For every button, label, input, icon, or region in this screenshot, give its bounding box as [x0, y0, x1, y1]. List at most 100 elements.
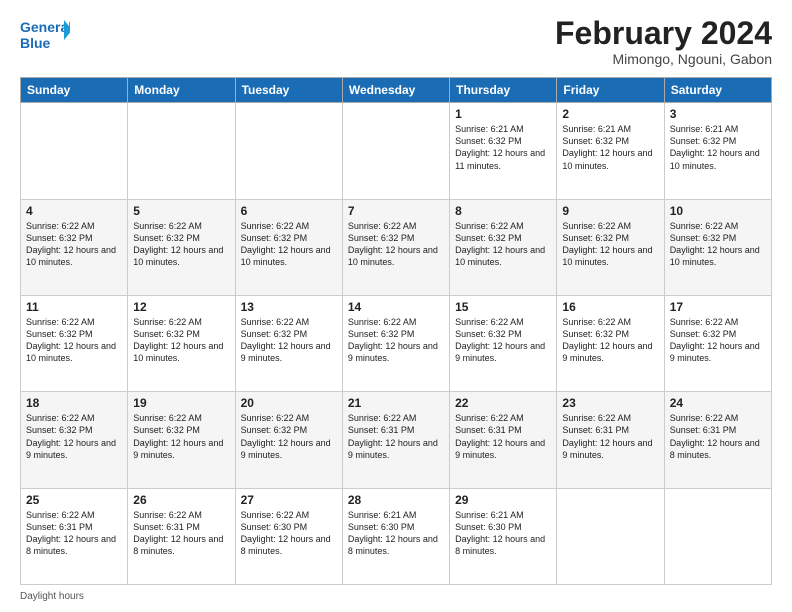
- day-number: 17: [670, 300, 766, 314]
- day-number: 12: [133, 300, 229, 314]
- day-cell: 9 Sunrise: 6:22 AM Sunset: 6:32 PM Daylig…: [557, 199, 664, 295]
- day-cell: 21Sunrise: 6:22 AM Sunset: 6:31 PM Dayli…: [342, 392, 449, 488]
- svg-text:General: General: [20, 19, 70, 35]
- day-header-wednesday: Wednesday: [342, 78, 449, 103]
- day-cell: 22 Sunrise: 6:22 AM Sunset: 6:31 PM Dayli…: [450, 392, 557, 488]
- day-number: 22: [455, 396, 551, 410]
- day-cell: 10 Sunrise: 6:22 AM Sunset: 6:32 PM Dayli…: [664, 199, 771, 295]
- day-info: Sunrise: 6:21 AM Sunset: 6:32 PM Dayligh…: [670, 124, 760, 170]
- day-info: Sunrise: 6:22 AM Sunset: 6:32 PM Dayligh…: [26, 221, 116, 267]
- day-number: 5: [133, 204, 229, 218]
- day-cell: 6 Sunrise: 6:22 AM Sunset: 6:32 PM Daylig…: [235, 199, 342, 295]
- day-cell: 28 Sunrise: 6:21 AM Sunset: 6:30 PM Dayli…: [342, 488, 449, 584]
- day-number: 13: [241, 300, 337, 314]
- day-cell: 17Sunrise: 6:22 AM Sunset: 6:32 PM Dayli…: [664, 295, 771, 391]
- day-number: 7: [348, 204, 444, 218]
- day-number: 28: [348, 493, 444, 507]
- day-info: Sunrise: 6:22 AM Sunset: 6:31 PM Dayligh…: [455, 413, 545, 459]
- main-title: February 2024: [555, 16, 772, 51]
- day-number: 16: [562, 300, 658, 314]
- day-header-thursday: Thursday: [450, 78, 557, 103]
- day-number: 23: [562, 396, 658, 410]
- svg-text:Blue: Blue: [20, 35, 51, 51]
- day-cell: 1Sunrise: 6:21 AM Sunset: 6:32 PM Daylig…: [450, 103, 557, 199]
- day-info: Sunrise: 6:21 AM Sunset: 6:30 PM Dayligh…: [455, 510, 545, 556]
- day-number: 20: [241, 396, 337, 410]
- day-cell: 19 Sunrise: 6:22 AM Sunset: 6:32 PM Dayli…: [128, 392, 235, 488]
- day-number: 8: [455, 204, 551, 218]
- day-cell: 14 Sunrise: 6:22 AM Sunset: 6:32 PM Dayli…: [342, 295, 449, 391]
- day-info: Sunrise: 6:22 AM Sunset: 6:30 PM Dayligh…: [241, 510, 331, 556]
- day-info: Sunrise: 6:22 AM Sunset: 6:32 PM Dayligh…: [241, 413, 331, 459]
- day-cell: 3 Sunrise: 6:21 AM Sunset: 6:32 PM Daylig…: [664, 103, 771, 199]
- day-info: Sunrise: 6:22 AM Sunset: 6:32 PM Dayligh…: [26, 413, 116, 459]
- day-cell: 29 Sunrise: 6:21 AM Sunset: 6:30 PM Dayli…: [450, 488, 557, 584]
- day-number: 25: [26, 493, 122, 507]
- day-cell: 25 Sunrise: 6:22 AM Sunset: 6:31 PM Dayli…: [21, 488, 128, 584]
- week-row-3: 18Sunrise: 6:22 AM Sunset: 6:32 PM Dayli…: [21, 392, 772, 488]
- calendar-table: SundayMondayTuesdayWednesdayThursdayFrid…: [20, 77, 772, 585]
- calendar-body: 1 Sunrise: 6:21 AM Sunset: 6:32 PM Daylig…: [21, 103, 772, 585]
- day-info: Sunrise: 6:21 AM Sunset: 6:32 PM Dayligh…: [562, 124, 652, 170]
- day-header-monday: Monday: [128, 78, 235, 103]
- logo-svg: General Blue: [20, 16, 70, 54]
- day-number: 29: [455, 493, 551, 507]
- day-cell: [342, 103, 449, 199]
- day-header-sunday: Sunday: [21, 78, 128, 103]
- footer-text: Daylight hours: [20, 591, 84, 602]
- day-number: 3: [670, 107, 766, 121]
- week-row-1: 4 Sunrise: 6:22 AM Sunset: 6:32 PM Daylig…: [21, 199, 772, 295]
- day-number: 15: [455, 300, 551, 314]
- day-info: Sunrise: 6:22 AM Sunset: 6:32 PM Dayligh…: [348, 221, 438, 267]
- day-number: 26: [133, 493, 229, 507]
- day-info: Sunrise: 6:22 AM Sunset: 6:32 PM Dayligh…: [670, 221, 760, 267]
- day-cell: 11Sunrise: 6:22 AM Sunset: 6:32 PM Dayli…: [21, 295, 128, 391]
- day-number: 9: [562, 204, 658, 218]
- day-number: 2: [562, 107, 658, 121]
- day-number: 14: [348, 300, 444, 314]
- day-info: Sunrise: 6:22 AM Sunset: 6:31 PM Dayligh…: [133, 510, 223, 556]
- day-info: Sunrise: 6:21 AM Sunset: 6:30 PM Dayligh…: [348, 510, 438, 556]
- day-cell: 23 Sunrise: 6:22 AM Sunset: 6:31 PM Dayli…: [557, 392, 664, 488]
- footer: Daylight hours: [20, 591, 772, 602]
- week-row-4: 25 Sunrise: 6:22 AM Sunset: 6:31 PM Dayli…: [21, 488, 772, 584]
- day-info: Sunrise: 6:22 AM Sunset: 6:32 PM Dayligh…: [562, 221, 652, 267]
- day-info: Sunrise: 6:22 AM Sunset: 6:31 PM Dayligh…: [26, 510, 116, 556]
- day-info: Sunrise: 6:22 AM Sunset: 6:32 PM Dayligh…: [348, 317, 438, 363]
- day-number: 6: [241, 204, 337, 218]
- subtitle: Mimongo, Ngouni, Gabon: [555, 51, 772, 67]
- header-row: SundayMondayTuesdayWednesdayThursdayFrid…: [21, 78, 772, 103]
- day-number: 19: [133, 396, 229, 410]
- day-number: 10: [670, 204, 766, 218]
- day-cell: 2 Sunrise: 6:21 AM Sunset: 6:32 PM Daylig…: [557, 103, 664, 199]
- day-info: Sunrise: 6:22 AM Sunset: 6:31 PM Dayligh…: [670, 413, 760, 459]
- day-cell: [128, 103, 235, 199]
- day-info: Sunrise: 6:22 AM Sunset: 6:32 PM Dayligh…: [133, 221, 223, 267]
- day-cell: [21, 103, 128, 199]
- day-cell: 24 Sunrise: 6:22 AM Sunset: 6:31 PM Dayli…: [664, 392, 771, 488]
- logo: General Blue: [20, 16, 70, 54]
- day-cell: 27Sunrise: 6:22 AM Sunset: 6:30 PM Dayli…: [235, 488, 342, 584]
- day-info: Sunrise: 6:22 AM Sunset: 6:32 PM Dayligh…: [562, 317, 652, 363]
- day-info: Sunrise: 6:22 AM Sunset: 6:31 PM Dayligh…: [562, 413, 652, 459]
- page: General Blue February 2024 Mimongo, Ngou…: [0, 0, 792, 612]
- day-number: 1: [455, 107, 551, 121]
- day-info: Sunrise: 6:22 AM Sunset: 6:32 PM Dayligh…: [133, 317, 223, 363]
- day-header-tuesday: Tuesday: [235, 78, 342, 103]
- day-cell: 4 Sunrise: 6:22 AM Sunset: 6:32 PM Daylig…: [21, 199, 128, 295]
- day-header-friday: Friday: [557, 78, 664, 103]
- day-info: Sunrise: 6:22 AM Sunset: 6:32 PM Dayligh…: [26, 317, 116, 363]
- week-row-2: 11Sunrise: 6:22 AM Sunset: 6:32 PM Dayli…: [21, 295, 772, 391]
- day-info: Sunrise: 6:22 AM Sunset: 6:32 PM Dayligh…: [133, 413, 223, 459]
- day-number: 4: [26, 204, 122, 218]
- day-info: Sunrise: 6:22 AM Sunset: 6:32 PM Dayligh…: [241, 221, 331, 267]
- day-header-saturday: Saturday: [664, 78, 771, 103]
- week-row-0: 1 Sunrise: 6:21 AM Sunset: 6:32 PM Daylig…: [21, 103, 772, 199]
- day-cell: 7 Sunrise: 6:22 AM Sunset: 6:32 PM Daylig…: [342, 199, 449, 295]
- day-cell: 8Sunrise: 6:22 AM Sunset: 6:32 PM Daylig…: [450, 199, 557, 295]
- day-number: 24: [670, 396, 766, 410]
- day-info: Sunrise: 6:22 AM Sunset: 6:31 PM Dayligh…: [348, 413, 438, 459]
- day-cell: [557, 488, 664, 584]
- day-cell: 18Sunrise: 6:22 AM Sunset: 6:32 PM Dayli…: [21, 392, 128, 488]
- day-info: Sunrise: 6:22 AM Sunset: 6:32 PM Dayligh…: [455, 317, 545, 363]
